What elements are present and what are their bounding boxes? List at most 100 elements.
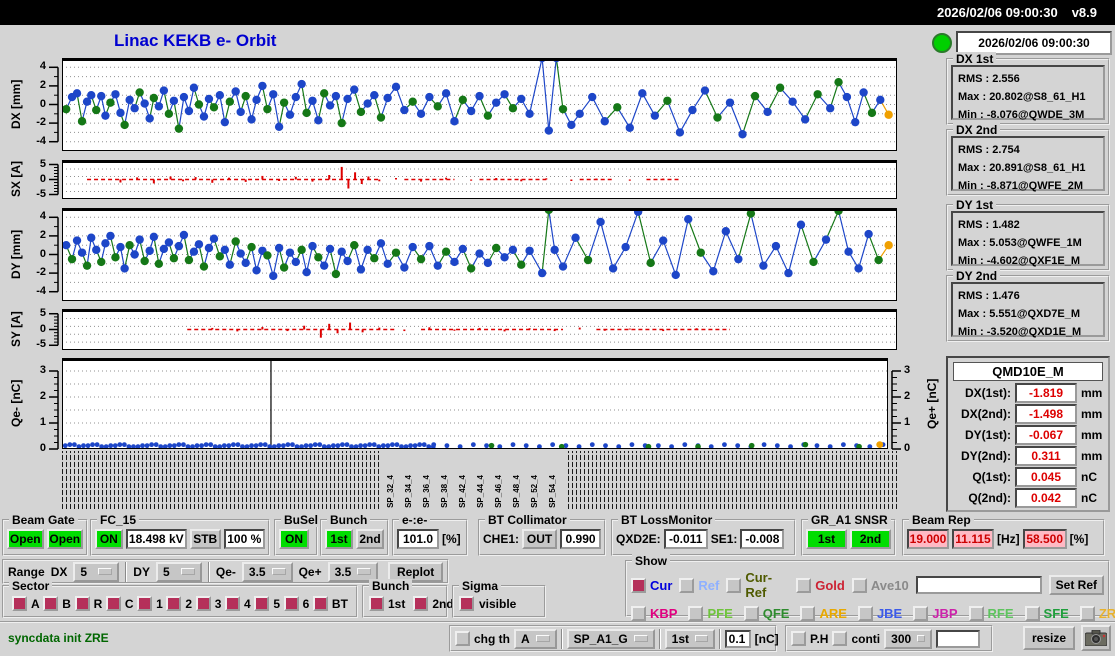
- sector-checkbox-5[interactable]: [254, 596, 269, 611]
- plot-wrap-dx: 420-2-4: [28, 58, 897, 151]
- sector-label: 5: [273, 597, 280, 611]
- option-dash-icon: [536, 635, 550, 642]
- bpm-x-label: SP_32_4: [386, 475, 395, 508]
- threshold-input[interactable]: [725, 630, 751, 648]
- conti-checkbox[interactable]: [832, 631, 847, 646]
- show-checkbox-ave10[interactable]: [852, 578, 867, 593]
- show-checkbox-are[interactable]: [800, 606, 815, 621]
- monitor-row: Q(2nd):0.042nC: [948, 488, 1108, 508]
- bpm-monitor-panel: QMD10E_M DX(1st):-1.819mmDX(2nd):-1.498m…: [946, 356, 1110, 512]
- sigma-visible-checkbox[interactable]: [459, 596, 474, 611]
- monitor-row-label: DY(1st):: [953, 428, 1011, 442]
- set-ref-button[interactable]: Set Ref: [1049, 575, 1104, 595]
- sector-checkbox-2[interactable]: [166, 596, 181, 611]
- sector-checkbox-6[interactable]: [284, 596, 299, 611]
- sector-checkbox-1[interactable]: [137, 596, 152, 611]
- chg-th-select[interactable]: A: [514, 629, 557, 649]
- resize-button[interactable]: resize: [1023, 626, 1075, 650]
- sector-item-1: 1: [137, 596, 163, 611]
- bunch-1st-button[interactable]: 1st: [325, 529, 353, 549]
- plot-q: [62, 358, 888, 449]
- bpm-x-label: SP_34_4: [404, 475, 413, 508]
- bunch-1st-checkbox[interactable]: [369, 596, 384, 611]
- busel-on-button[interactable]: ON: [279, 529, 309, 549]
- beam-rep-hz-unit: [Hz]: [997, 532, 1020, 546]
- monitor-row-value: 0.311: [1015, 446, 1077, 466]
- monitor-row-unit: mm: [1081, 428, 1103, 442]
- bpm-x-label: SP_52_4: [530, 475, 539, 508]
- show-checkbox-qfe[interactable]: [744, 606, 759, 621]
- show-checkbox-jbp[interactable]: [913, 606, 928, 621]
- show-label-cur-ref: Cur-Ref: [745, 570, 789, 600]
- sector-checkbox-r[interactable]: [75, 596, 90, 611]
- e-ratio-value[interactable]: 101.0: [397, 529, 439, 549]
- bpm-x-label: SP_54_4: [548, 475, 557, 508]
- ph-checkbox[interactable]: [791, 631, 806, 646]
- e-ratio-unit: [%]: [442, 532, 461, 546]
- range-dy-select[interactable]: 5: [156, 562, 202, 582]
- bunch-2nd-checkbox[interactable]: [413, 596, 428, 611]
- show-checkbox-kbp[interactable]: [631, 606, 646, 621]
- qe-minus-axis-label: Qe- [nC]: [8, 358, 24, 449]
- sector-label: B: [62, 597, 71, 611]
- sp-select[interactable]: SP_A1_G: [567, 629, 655, 649]
- snsr-2nd-button[interactable]: 2nd: [850, 529, 891, 549]
- sector-checkbox-4[interactable]: [225, 596, 240, 611]
- sector-checkbox-bt[interactable]: [313, 596, 328, 611]
- stats-dy-2nd-title: DY 2nd: [953, 269, 1000, 283]
- stats-dx-1st-title: DX 1st: [953, 52, 996, 66]
- show-checkbox-jbe[interactable]: [858, 606, 873, 621]
- bunch-select[interactable]: 1st: [665, 629, 715, 649]
- option-dash-icon: [181, 568, 195, 575]
- dy1-min: -4.602@QXF1E_M: [987, 255, 1080, 267]
- che1-out-button[interactable]: OUT: [522, 529, 557, 549]
- dx1-max: 20.802@S8_61_H1: [989, 91, 1085, 103]
- fc15-stb-button[interactable]: STB: [190, 529, 221, 549]
- show-checkbox-cur[interactable]: [631, 578, 646, 593]
- show-checkbox-cur-ref[interactable]: [726, 578, 741, 593]
- option-dash-icon: [695, 635, 708, 642]
- show-checkbox-gold[interactable]: [796, 578, 811, 593]
- bpm-x-label: SP_38_4: [440, 475, 449, 508]
- navg-select[interactable]: 300: [884, 629, 932, 649]
- show-checkbox-pfe[interactable]: [688, 606, 703, 621]
- bunch-2nd-button[interactable]: 2nd: [356, 529, 384, 549]
- sector-checkbox-b[interactable]: [43, 596, 58, 611]
- sector-label: 4: [244, 597, 251, 611]
- beam-gate-open-1-button[interactable]: Open: [7, 529, 44, 549]
- plot-dx: [62, 58, 897, 151]
- chg-th-checkbox[interactable]: [455, 631, 470, 646]
- ref-filename-input[interactable]: [916, 576, 1042, 594]
- beam-rep-value-3: 58.500: [1023, 529, 1067, 549]
- show-checkbox-rfe[interactable]: [969, 606, 984, 621]
- camera-icon: [1085, 630, 1107, 646]
- sector-checkbox-c[interactable]: [106, 596, 121, 611]
- free-input[interactable]: [936, 630, 980, 648]
- sector-label: 6: [303, 597, 310, 611]
- range-qe-minus-select[interactable]: 3.5: [242, 562, 293, 582]
- ph-label: P.H: [810, 632, 828, 646]
- show-label-jbp: JBP: [932, 606, 957, 621]
- dy2-min: -3.520@QXD1E_M: [987, 326, 1082, 338]
- show-checkbox-sfe[interactable]: [1025, 606, 1040, 621]
- show-checkbox-ref[interactable]: [679, 578, 694, 593]
- show-item-cur: Cur: [631, 578, 672, 593]
- plot-sx: [62, 160, 897, 199]
- monitor-row-unit: nC: [1081, 470, 1103, 484]
- beam-gate-open-2-button[interactable]: Open: [47, 529, 84, 549]
- sector-item-a: A: [12, 596, 40, 611]
- show-label-cur: Cur: [650, 578, 672, 593]
- sector-label: R: [94, 597, 103, 611]
- bunch-2nd-label: 2nd: [432, 597, 453, 611]
- range-dx-select[interactable]: 5: [73, 562, 119, 582]
- show-checkbox-zre[interactable]: [1080, 606, 1095, 621]
- fc15-on-button[interactable]: ON: [95, 529, 123, 549]
- show-item-ave10: Ave10: [852, 578, 909, 593]
- bpm-x-label: SP_48_4: [512, 475, 521, 508]
- sector-checkbox-a[interactable]: [12, 596, 27, 611]
- option-dash-icon: [357, 568, 371, 575]
- screenshot-button[interactable]: [1081, 625, 1111, 651]
- show-label-kbp: KBP: [650, 606, 677, 621]
- snsr-1st-button[interactable]: 1st: [806, 529, 847, 549]
- sector-checkbox-3[interactable]: [196, 596, 211, 611]
